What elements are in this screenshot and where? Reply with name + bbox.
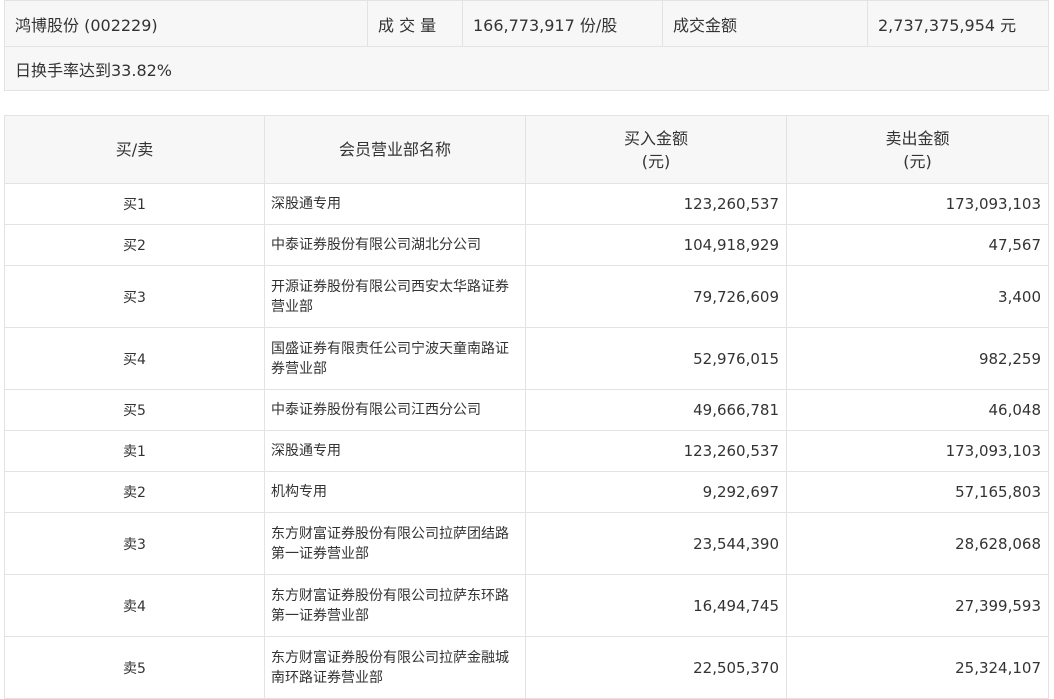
row-side: 卖2 [4, 471, 265, 513]
row-side: 买5 [4, 389, 265, 431]
row-broker: 中泰证券股份有限公司江西分公司 [264, 389, 526, 431]
table-row: 买4 国盛证券有限责任公司宁波天童南路证券营业部 52,976,015 982,… [4, 327, 1049, 390]
row-sell-amount: 173,093,103 [786, 183, 1049, 225]
row-broker: 国盛证券有限责任公司宁波天童南路证券营业部 [264, 327, 526, 390]
row-buy-amount: 22,505,370 [525, 636, 787, 699]
row-sell-amount: 173,093,103 [786, 430, 1049, 472]
header-sell-unit: (元) [903, 151, 932, 171]
amount-label: 成交金额 [662, 0, 868, 47]
row-sell-amount: 46,048 [786, 389, 1049, 431]
row-sell-amount: 28,628,068 [786, 512, 1049, 575]
row-broker: 东方财富证券股份有限公司拉萨团结路第一证券营业部 [264, 512, 526, 575]
row-side: 买3 [4, 265, 265, 328]
row-buy-amount: 79,726,609 [525, 265, 787, 328]
row-broker: 深股通专用 [264, 430, 526, 472]
row-side: 买1 [4, 183, 265, 225]
table-row: 卖1 深股通专用 123,260,537 173,093,103 [4, 430, 1049, 472]
broker-detail-table: 买/卖 会员营业部名称 买入金额 (元) 卖出金额 (元) 买1 深股通专用 1… [4, 115, 1049, 699]
header-buy-title: 买入金额 [623, 128, 688, 148]
row-broker: 深股通专用 [264, 183, 526, 225]
row-buy-amount: 9,292,697 [525, 471, 787, 513]
header-sell-title: 卖出金额 [885, 128, 950, 148]
row-broker: 机构专用 [264, 471, 526, 513]
row-broker: 东方财富证券股份有限公司拉萨金融城南环路证券营业部 [264, 636, 526, 699]
volume-label: 成 交 量 [367, 0, 463, 47]
row-side: 卖5 [4, 636, 265, 699]
turnover-note: 日换手率达到33.82% [4, 46, 1049, 91]
table-row: 卖2 机构专用 9,292,697 57,165,803 [4, 471, 1049, 513]
row-side: 卖1 [4, 430, 265, 472]
row-buy-amount: 49,666,781 [525, 389, 787, 431]
row-buy-amount: 16,494,745 [525, 574, 787, 637]
row-sell-amount: 27,399,593 [786, 574, 1049, 637]
header-side: 买/卖 [4, 115, 265, 184]
row-buy-amount: 52,976,015 [525, 327, 787, 390]
table-row: 卖5 东方财富证券股份有限公司拉萨金融城南环路证券营业部 22,505,370 … [4, 636, 1049, 699]
table-row: 买3 开源证券股份有限公司西安太华路证券营业部 79,726,609 3,400 [4, 265, 1049, 328]
row-side: 买2 [4, 224, 265, 266]
row-broker: 开源证券股份有限公司西安太华路证券营业部 [264, 265, 526, 328]
table-row: 卖4 东方财富证券股份有限公司拉萨东环路第一证券营业部 16,494,745 2… [4, 574, 1049, 637]
stock-name: 鸿博股份 (002229) [4, 0, 368, 47]
volume-value: 166,773,917 份/股 [462, 0, 663, 47]
table-row: 卖3 东方财富证券股份有限公司拉萨团结路第一证券营业部 23,544,390 2… [4, 512, 1049, 575]
row-sell-amount: 3,400 [786, 265, 1049, 328]
row-broker: 中泰证券股份有限公司湖北分公司 [264, 224, 526, 266]
row-sell-amount: 25,324,107 [786, 636, 1049, 699]
row-buy-amount: 23,544,390 [525, 512, 787, 575]
row-broker: 东方财富证券股份有限公司拉萨东环路第一证券营业部 [264, 574, 526, 637]
row-side: 卖4 [4, 574, 265, 637]
row-buy-amount: 104,918,929 [525, 224, 787, 266]
table-header-row: 买/卖 会员营业部名称 买入金额 (元) 卖出金额 (元) [4, 115, 1049, 184]
table-row: 买2 中泰证券股份有限公司湖北分公司 104,918,929 47,567 [4, 224, 1049, 266]
header-buy-unit: (元) [641, 151, 671, 171]
row-buy-amount: 123,260,537 [525, 430, 787, 472]
row-side: 买4 [4, 327, 265, 390]
header-sell-amount: 卖出金额 (元) [786, 115, 1049, 184]
row-sell-amount: 982,259 [786, 327, 1049, 390]
row-buy-amount: 123,260,537 [525, 183, 787, 225]
header-buy-amount: 买入金额 (元) [525, 115, 787, 184]
header-broker: 会员营业部名称 [264, 115, 526, 184]
amount-value: 2,737,375,954 元 [867, 0, 1049, 47]
row-sell-amount: 47,567 [786, 224, 1049, 266]
stock-summary-table: 鸿博股份 (002229) 成 交 量 166,773,917 份/股 成交金额… [4, 0, 1049, 91]
table-row: 买5 中泰证券股份有限公司江西分公司 49,666,781 46,048 [4, 389, 1049, 431]
summary-row: 鸿博股份 (002229) 成 交 量 166,773,917 份/股 成交金额… [4, 0, 1049, 47]
row-side: 卖3 [4, 512, 265, 575]
turnover-row: 日换手率达到33.82% [4, 46, 1049, 91]
row-sell-amount: 57,165,803 [786, 471, 1049, 513]
table-row: 买1 深股通专用 123,260,537 173,093,103 [4, 183, 1049, 225]
